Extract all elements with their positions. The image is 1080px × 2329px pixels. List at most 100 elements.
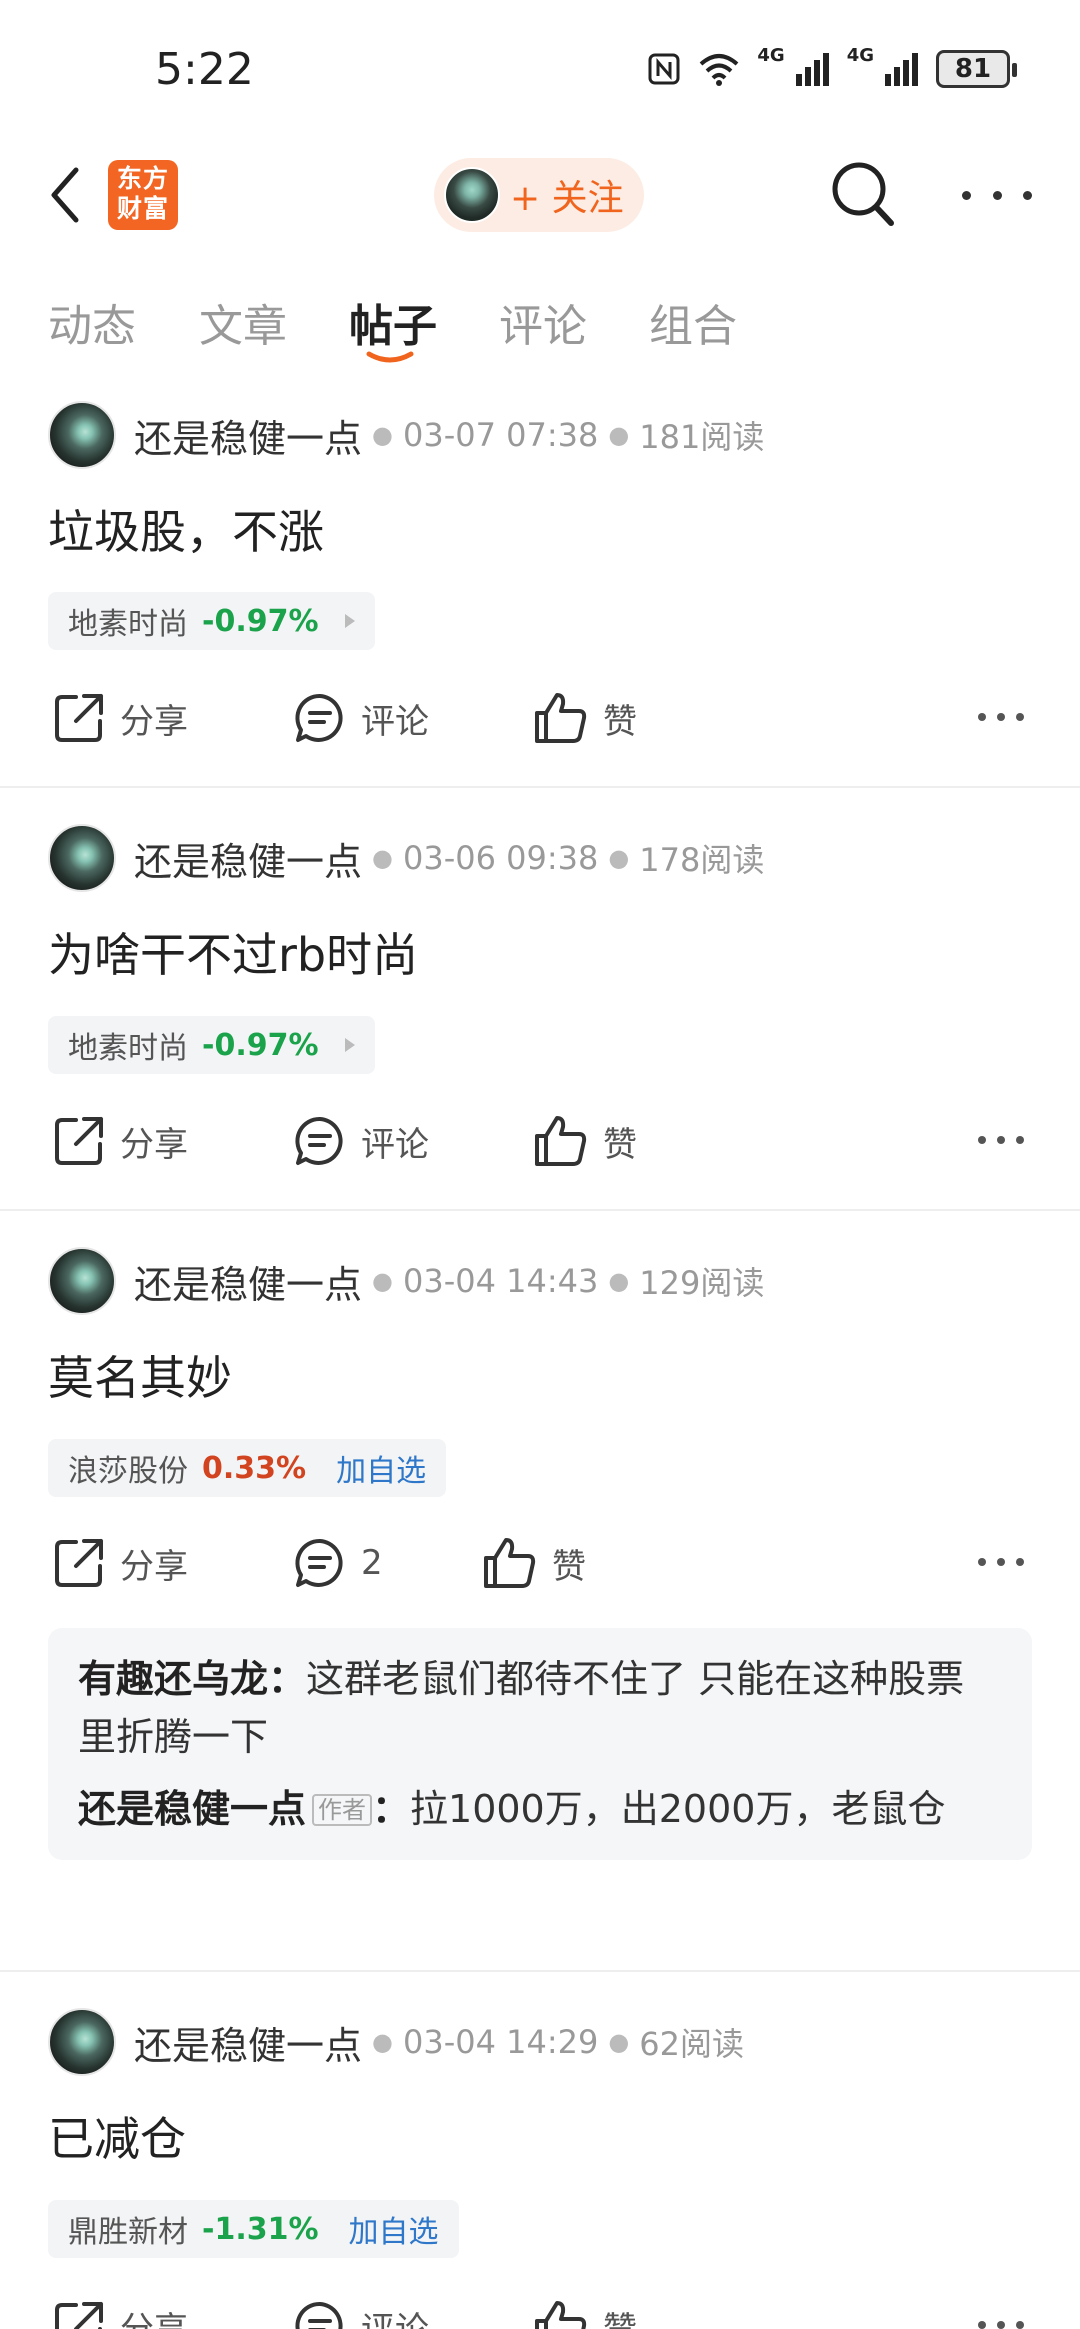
comment-item[interactable]: 还是稳健一点 作者 ：拉1000万，出2000万，老鼠仓 (78, 1780, 1002, 1838)
like-button[interactable]: 赞 (533, 1106, 637, 1176)
post-card[interactable]: 还是稳健一点 ● 03-07 07:38 ● 181阅读 垃圾股，不涨 地素时尚… (0, 400, 1080, 786)
stock-change: -1.31% (202, 2211, 319, 2247)
post-title[interactable]: 已减仓 (48, 2103, 186, 2169)
post-author[interactable]: 还是稳健一点 (134, 1254, 362, 1309)
share-icon (55, 1117, 103, 1165)
more-icon-dot (997, 713, 1005, 721)
post-reads: 129阅读 (639, 1264, 765, 1302)
tab-comments[interactable]: 评论 (499, 290, 587, 354)
share-button[interactable]: 分享 (52, 683, 188, 753)
stock-tag[interactable]: 地素时尚 -0.97% (48, 1016, 375, 1074)
share-label: 分享 (120, 2302, 188, 2329)
more-icon-dot (978, 1136, 986, 1144)
stock-tag[interactable]: 鼎胜新材 -1.31% 加自选 (48, 2200, 459, 2258)
share-button[interactable]: 分享 (52, 1528, 188, 1598)
more-icon-dot (1016, 713, 1024, 721)
post-actions: 分享 评论 赞 (0, 683, 1080, 753)
post-more-button[interactable] (978, 2321, 1024, 2329)
comment-icon (295, 693, 343, 742)
post-reads: 181阅读 (639, 418, 765, 456)
meta-separator: ● (372, 421, 393, 449)
post-author[interactable]: 还是稳健一点 (134, 831, 362, 886)
stock-name: 地素时尚 (68, 1031, 188, 1066)
tab-portfolios[interactable]: 组合 (649, 290, 737, 354)
status-bar: 5:22 4G 4G 81 (0, 0, 1080, 140)
like-button[interactable]: 赞 (533, 2291, 637, 2329)
share-button[interactable]: 分享 (52, 1106, 188, 1176)
comment-item[interactable]: 有趣还乌龙：这群老鼠们都待不住了 只能在这种股票里折腾一下 (78, 1650, 1002, 1766)
post-header: 还是稳健一点 ● 03-04 14:43 ● 129阅读 (48, 1246, 764, 1316)
back-button[interactable] (42, 162, 92, 228)
battery-indicator: 81 (936, 50, 1017, 88)
divider (0, 1209, 1080, 1211)
share-button[interactable]: 分享 (52, 2291, 188, 2329)
stock-tag[interactable]: 浪莎股份 0.33% 加自选 (48, 1439, 447, 1497)
comment-colon: ： (372, 1787, 411, 1831)
network-type-2: 4G (846, 44, 874, 66)
comment-button[interactable]: 评论 (293, 2291, 429, 2329)
post-time: 03-04 14:29 (402, 2023, 599, 2061)
like-button[interactable]: 赞 (482, 1528, 586, 1598)
avatar[interactable] (48, 2008, 116, 2076)
add-to-watchlist-button[interactable]: 加自选 (349, 2207, 439, 2251)
tab-articles[interactable]: 文章 (199, 290, 287, 354)
share-label: 分享 (120, 701, 188, 742)
post-time: 03-07 07:38 (402, 416, 599, 454)
avatar[interactable] (48, 1247, 116, 1315)
active-tab-indicator (366, 351, 414, 363)
post-title[interactable]: 莫名其妙 (48, 1342, 232, 1408)
post-author[interactable]: 还是稳健一点 (134, 408, 362, 463)
comment-author[interactable]: 有趣还乌龙 (78, 1657, 268, 1701)
comment-button[interactable]: 评论 (293, 683, 429, 753)
more-options-button[interactable] (962, 170, 1032, 220)
thumbs-up-icon (535, 693, 587, 743)
stock-change: -0.97% (202, 1027, 319, 1063)
comment-button[interactable]: 2 (293, 1528, 383, 1598)
chevron-left-icon (51, 167, 79, 223)
post-title[interactable]: 为啥干不过rb时尚 (48, 919, 418, 985)
post-time: 03-04 14:43 (402, 1262, 599, 1300)
signal-icon-1 (795, 53, 829, 86)
logo-text-2: 财富 (116, 194, 169, 223)
comment-label: 评论 (361, 2302, 429, 2329)
like-label: 赞 (603, 2302, 637, 2329)
avatar[interactable] (48, 401, 116, 469)
comment-button[interactable]: 评论 (293, 1106, 429, 1176)
post-more-button[interactable] (978, 1558, 1024, 1570)
follow-button[interactable]: + 关注 (434, 158, 644, 232)
post-author[interactable]: 还是稳健一点 (134, 2015, 362, 2070)
search-button[interactable] (828, 156, 898, 232)
post-more-button[interactable] (978, 1136, 1024, 1148)
add-to-watchlist-button[interactable]: 加自选 (336, 1446, 426, 1490)
post-card[interactable]: 还是稳健一点 ● 03-04 14:43 ● 129阅读 莫名其妙 浪莎股份 0… (0, 1246, 1080, 1970)
thumbs-up-icon (484, 1538, 536, 1588)
more-icon-dot (1016, 1136, 1024, 1144)
network-type-1: 4G (757, 44, 785, 66)
stock-change: 0.33% (202, 1450, 307, 1486)
comment-author[interactable]: 还是稳健一点 (78, 1787, 306, 1831)
post-card[interactable]: 还是稳健一点 ● 03-06 09:38 ● 178阅读 为啥干不过rb时尚 地… (0, 823, 1080, 1209)
more-icon-dot (978, 713, 986, 721)
battery-level: 81 (954, 54, 992, 84)
like-button[interactable]: 赞 (533, 683, 637, 753)
avatar[interactable] (48, 824, 116, 892)
post-card[interactable]: 还是稳健一点 ● 03-04 14:29 ● 62阅读 已减仓 鼎胜新材 -1.… (0, 2007, 1080, 2329)
top-nav-bar: 东方 财富 + 关注 (0, 140, 1080, 250)
post-title[interactable]: 垃圾股，不涨 (48, 496, 324, 562)
comment-label: 评论 (361, 701, 429, 742)
post-header: 还是稳健一点 ● 03-06 09:38 ● 178阅读 (48, 823, 764, 893)
tab-dynamics[interactable]: 动态 (48, 290, 136, 354)
comment-preview-box[interactable]: 有趣还乌龙：这群老鼠们都待不住了 只能在这种股票里折腾一下 还是稳健一点 作者 ：拉… (48, 1628, 1032, 1860)
comment-count: 2 (361, 1543, 383, 1583)
more-icon-dot (992, 190, 1002, 200)
meta-separator: ● (372, 1267, 393, 1295)
app-logo[interactable]: 东方 财富 (108, 160, 178, 230)
comment-text: 拉1000万，出2000万，老鼠仓 (410, 1787, 946, 1831)
stock-tag[interactable]: 地素时尚 -0.97% (48, 592, 375, 650)
more-icon-dot (978, 1558, 986, 1566)
tab-posts[interactable]: 帖子 (349, 290, 437, 354)
post-reads: 178阅读 (639, 841, 765, 879)
status-time: 5:22 (155, 44, 254, 95)
post-more-button[interactable] (978, 713, 1024, 725)
user-avatar (444, 167, 500, 223)
